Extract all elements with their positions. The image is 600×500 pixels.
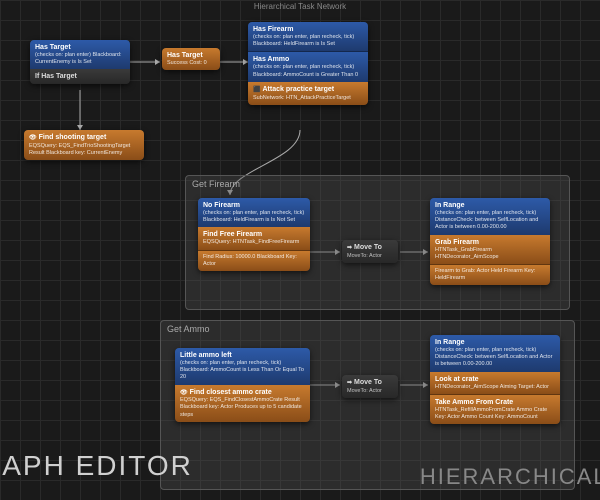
- editor-title-overlay: RAPH EDITOR: [0, 450, 193, 482]
- little-ammo-title: Little ammo left: [180, 351, 305, 360]
- grab-sub1: HTNTask_GrabFirearm HTNDecorator_AimScop…: [435, 247, 545, 261]
- node-move-to-ammo[interactable]: ➡Move To MoveTo: Actor: [342, 375, 398, 398]
- in-range-title: In Range: [435, 201, 545, 210]
- look-crate-sub: HTNDecorator_AimScope Aiming Target: Act…: [435, 384, 555, 391]
- has-firearm-sub: (checks on: plan enter, plan recheck, ti…: [253, 34, 363, 48]
- eye-icon: 👁: [29, 135, 37, 143]
- in-range-sub: (checks on: plan enter, plan recheck, ti…: [435, 210, 545, 231]
- node-sub: EQSQuery: EQS_FindTrioShootingTarget Res…: [29, 143, 139, 157]
- in-range-title: In Range: [435, 338, 555, 347]
- arrow-right-icon: ➡: [347, 245, 352, 253]
- little-ammo-sub: (checks on: plan enter, plan recheck, ti…: [180, 360, 305, 381]
- node-sub: (checks on: plan enter) Blackboard: Curr…: [35, 52, 125, 66]
- find-crate-title: Find closest ammo crate: [190, 389, 272, 396]
- take-ammo-title: Take Ammo From Crate: [435, 398, 555, 407]
- node-sub: Success Cost: 0: [167, 60, 215, 67]
- graph-canvas[interactable]: Has Target (checks on: plan enter) Black…: [0, 0, 600, 500]
- find-crate-sub: EQSQuery: EQS_FindClosestAmmoCrate Resul…: [180, 397, 305, 418]
- node-in-range-firearm[interactable]: In Range (checks on: plan enter, plan re…: [430, 198, 550, 285]
- node-has-target-selector[interactable]: Has Target Success Cost: 0: [162, 48, 220, 70]
- grab-title: Grab Firearm: [435, 238, 545, 247]
- group-label: Get Firearm: [192, 179, 240, 189]
- node-no-firearm[interactable]: No Firearm (checks on: plan enter, plan …: [198, 198, 310, 271]
- attack-title: Attack practice target: [262, 86, 334, 93]
- node-firearm-attack-stack[interactable]: Has Firearm (checks on: plan enter, plan…: [248, 22, 368, 105]
- grab-sub2: Firearm to Grab: Actor Held Firearm Key:…: [435, 268, 545, 282]
- node-little-ammo[interactable]: Little ammo left (checks on: plan enter,…: [175, 348, 310, 422]
- has-ammo-title: Has Ammo: [253, 55, 363, 64]
- network-icon: ⬛: [253, 87, 260, 95]
- take-ammo-sub: HTNTask_RefillAmmoFromCrate Ammo Crate K…: [435, 407, 555, 421]
- has-ammo-sub: (checks on: plan enter, plan recheck, ti…: [253, 64, 363, 78]
- has-firearm-title: Has Firearm: [253, 25, 363, 34]
- node-title: Has Target: [167, 51, 215, 60]
- node-find-shooting-target[interactable]: 👁Find shooting target EQSQuery: EQS_Find…: [24, 130, 144, 160]
- find-free-sub2: Find Radius: 10000.0 Blackboard Key: Act…: [203, 254, 305, 268]
- node-title: Move To: [354, 244, 382, 251]
- eye-icon: 👁: [180, 390, 188, 398]
- node-sub: MoveTo: Actor: [347, 253, 393, 260]
- in-range-sub: (checks on: plan enter, plan recheck, ti…: [435, 347, 555, 368]
- node-title: Has Target: [35, 43, 125, 52]
- find-free-title: Find Free Firearm: [203, 230, 305, 239]
- node-move-to-firearm[interactable]: ➡Move To MoveTo: Actor: [342, 240, 398, 263]
- node-title: Find shooting target: [39, 134, 107, 141]
- node-sub: (checks on: plan enter, plan recheck, ti…: [203, 210, 305, 224]
- group-label: Get Ammo: [167, 324, 210, 334]
- node-if-label: If Has Target: [35, 72, 125, 81]
- node-title: No Firearm: [203, 201, 305, 210]
- node-has-target-root[interactable]: Has Target (checks on: plan enter) Black…: [30, 40, 130, 84]
- node-in-range-ammo[interactable]: In Range (checks on: plan enter, plan re…: [430, 335, 560, 424]
- look-crate-title: Look at crate: [435, 375, 555, 384]
- node-title: Move To: [354, 379, 382, 386]
- arrow-right-icon: ➡: [347, 380, 352, 388]
- htn-title-overlay: HIERARCHICAL T: [420, 464, 600, 490]
- attack-sub: SubNetwork: HTN_AttackPracticeTarget: [253, 95, 363, 102]
- find-free-sub1: EQSQuery: HTNTask_FindFreeFirearm: [203, 239, 305, 246]
- node-sub: MoveTo: Actor: [347, 388, 393, 395]
